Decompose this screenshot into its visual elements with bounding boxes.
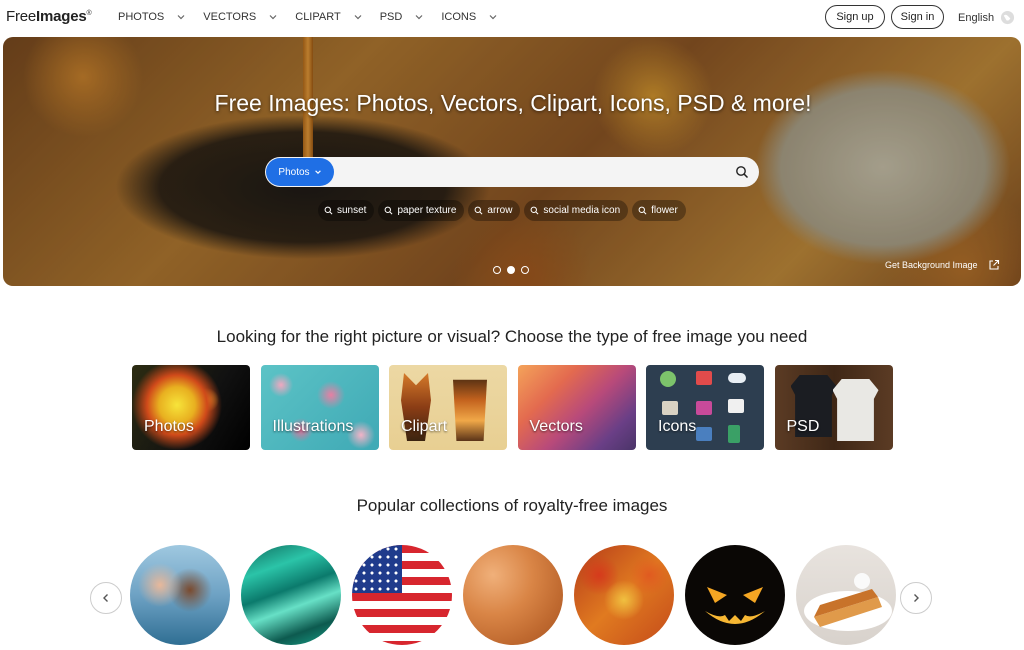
type-card-photos[interactable]: Photos	[132, 365, 250, 450]
search-bar: Photos	[265, 157, 759, 187]
nav-clipart[interactable]: CLIPART	[295, 11, 362, 23]
nav-clipart-label: CLIPART	[295, 11, 341, 23]
chevron-down-icon	[177, 15, 185, 20]
cloud-icon	[728, 373, 746, 383]
tag-label: paper texture	[397, 205, 457, 216]
collection-item[interactable]	[130, 545, 230, 645]
circle-icon	[660, 371, 676, 387]
get-background-link[interactable]: Get Background Image	[885, 259, 1000, 271]
nav-vectors[interactable]: VECTORS	[203, 11, 278, 23]
carousel-next-button[interactable]	[900, 582, 932, 614]
nav-icons[interactable]: ICONS	[441, 11, 498, 23]
search-icon	[474, 206, 483, 215]
tag-arrow[interactable]: arrow	[468, 200, 521, 221]
slide-dot-2[interactable]	[507, 266, 515, 274]
search-input[interactable]	[341, 158, 721, 186]
types-section-title: Looking for the right picture or visual?…	[216, 327, 808, 346]
tshirt-mockup	[832, 379, 879, 441]
search-icon	[531, 206, 539, 215]
pie-slice-image	[804, 573, 892, 631]
collection-item[interactable]	[574, 545, 674, 645]
calendar-icon	[728, 399, 744, 413]
folder-icon	[662, 401, 678, 415]
tag-label: arrow	[487, 205, 513, 216]
tag-label: social media icon	[543, 205, 621, 216]
collection-item[interactable]	[463, 545, 563, 645]
chevron-down-icon	[489, 15, 497, 20]
type-card-psd[interactable]: PSD	[774, 365, 893, 450]
hero-banner: Free Images: Photos, Vectors, Clipart, I…	[3, 37, 1021, 286]
type-card-label: Photos	[144, 418, 194, 435]
collections-carousel	[130, 545, 907, 645]
nav-psd[interactable]: PSD	[380, 11, 425, 23]
media-icon	[696, 401, 712, 415]
slide-dot-1[interactable]	[493, 266, 501, 274]
mail-icon	[696, 371, 712, 385]
collection-item[interactable]	[685, 545, 785, 645]
top-header: FreeImages® PHOTOS VECTORS CLIPART PSD I…	[0, 0, 1024, 36]
search-icon[interactable]	[735, 165, 749, 179]
language-label: English	[958, 11, 995, 24]
signin-button[interactable]: Sign in	[891, 5, 944, 29]
hero-title: Free Images: Photos, Vectors, Clipart, I…	[214, 90, 812, 116]
chevron-down-icon	[269, 15, 277, 20]
nav-photos-label: PHOTOS	[118, 11, 165, 23]
carousel-prev-button[interactable]	[90, 582, 122, 614]
type-card-vectors[interactable]: Vectors	[517, 365, 636, 450]
search-icon	[385, 206, 393, 215]
type-card-clipart[interactable]: Clipart	[389, 365, 507, 450]
document-icon	[728, 425, 740, 443]
nav-psd-label: PSD	[379, 11, 403, 23]
collections-section-title: Popular collections of royalty-free imag…	[356, 496, 668, 515]
nav-icons-label: ICONS	[441, 11, 477, 23]
tag-label: flower	[651, 205, 678, 216]
signup-button[interactable]: Sign up	[825, 5, 885, 29]
get-background-label: Get Background Image	[885, 260, 978, 270]
jack-o-lantern-image	[705, 587, 765, 624]
image-icon	[696, 427, 712, 441]
collection-item[interactable]	[796, 545, 896, 645]
slide-dot-3[interactable]	[521, 266, 529, 274]
collection-item[interactable]	[352, 545, 452, 645]
logo-text-free: Free	[6, 8, 37, 25]
popular-search-tags: sunset paper texture arrow social media …	[318, 200, 690, 221]
type-card-label: Illustrations	[272, 418, 354, 435]
chevron-down-icon	[314, 170, 321, 174]
external-link-icon	[989, 259, 999, 270]
chevron-down-icon	[354, 15, 362, 20]
search-icon	[638, 206, 647, 215]
type-card-label: Vectors	[529, 418, 583, 435]
image-type-cards: Photos Illustrations Clipart Vectors Ico…	[132, 365, 903, 450]
search-icon	[324, 206, 333, 215]
slide-indicators	[493, 266, 535, 274]
type-card-label: PSD	[786, 418, 820, 435]
tag-paper-texture[interactable]: paper texture	[378, 200, 465, 221]
chevron-right-icon	[914, 594, 919, 602]
search-type-dropdown[interactable]: Photos	[266, 158, 334, 186]
search-type-label: Photos	[278, 166, 310, 178]
globe-icon	[1001, 10, 1015, 25]
logo-text-images: Images	[36, 8, 87, 25]
clipart-figure	[453, 379, 487, 441]
type-card-label: Clipart	[401, 418, 448, 435]
site-logo[interactable]: FreeImages®	[6, 8, 92, 25]
chevron-down-icon	[415, 15, 423, 20]
logo-registered-mark: ®	[86, 10, 92, 17]
type-card-icons[interactable]: Icons	[646, 365, 764, 450]
tag-label: sunset	[337, 205, 367, 216]
type-card-illustrations[interactable]: Illustrations	[260, 365, 379, 450]
tag-sunset[interactable]: sunset	[318, 200, 375, 221]
language-selector[interactable]: English	[958, 10, 1015, 25]
tag-social-media-icon[interactable]: social media icon	[524, 200, 629, 221]
nav-photos[interactable]: PHOTOS	[118, 11, 186, 23]
type-card-label: Icons	[658, 418, 697, 435]
collection-item[interactable]	[241, 545, 341, 645]
chevron-left-icon	[103, 594, 108, 602]
tag-flower[interactable]: flower	[632, 200, 686, 221]
main-nav: PHOTOS VECTORS CLIPART PSD ICONS	[118, 11, 515, 23]
nav-vectors-label: VECTORS	[203, 11, 257, 23]
